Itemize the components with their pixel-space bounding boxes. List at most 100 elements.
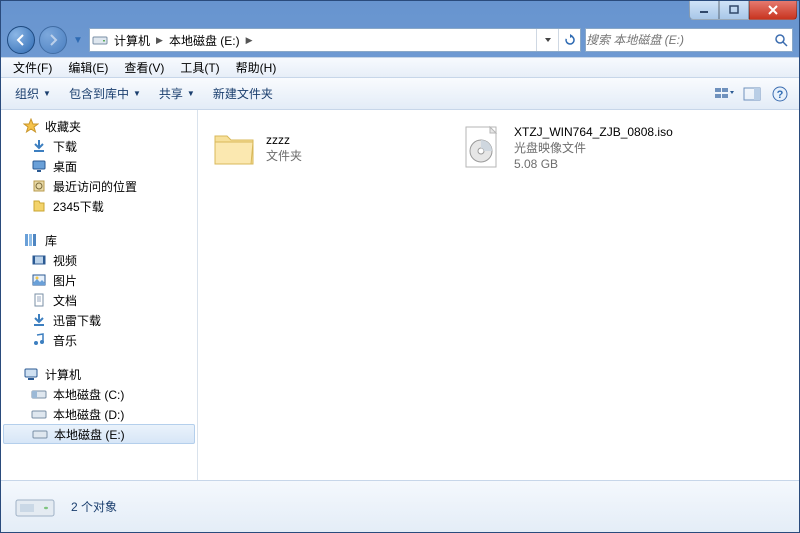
video-icon [31,252,47,268]
download-icon [31,312,47,328]
back-button[interactable] [7,26,35,54]
doc-icon [31,292,47,308]
desktop-icon [31,158,47,174]
library-icon [23,232,39,248]
sidebar-item-label: 本地磁盘 (E:) [54,426,125,443]
sidebar-label: 收藏夹 [45,118,81,135]
breadcrumb-drive-e[interactable]: 本地磁盘 (E:) [165,32,244,49]
nav-history-dropdown[interactable]: ▼ [71,29,85,51]
search-icon[interactable] [770,33,792,47]
search-input[interactable] [586,33,770,47]
sidebar-label: 计算机 [45,366,81,383]
sidebar-item-videos[interactable]: 视频 [1,250,197,270]
details-pane: 2 个对象 [1,480,799,532]
sidebar-item-label: 音乐 [53,332,77,349]
refresh-button[interactable] [558,29,580,51]
search-bar[interactable] [585,28,793,52]
chevron-down-icon: ▼ [133,89,141,98]
sidebar-item-label: 文档 [53,292,77,309]
toolbar: 组织▼ 包含到库中▼ 共享▼ 新建文件夹 ? [1,78,799,110]
folder-icon [210,124,258,172]
sidebar-label: 库 [45,232,57,249]
menu-file[interactable]: 文件(F) [5,57,60,78]
menubar: 文件(F) 编辑(E) 查看(V) 工具(T) 帮助(H) [1,57,799,78]
disc-image-icon [458,124,506,172]
sidebar-item-drive-e[interactable]: 本地磁盘 (E:) [3,424,195,444]
sidebar-item-label: 视频 [53,252,77,269]
list-item[interactable]: zzzz 文件夹 [206,120,454,176]
computer-icon [23,366,39,382]
star-icon [23,118,39,134]
item-type: 光盘映像文件 [514,140,673,156]
sidebar-item-pictures[interactable]: 图片 [1,270,197,290]
menu-tools[interactable]: 工具(T) [172,57,227,78]
close-button[interactable] [749,1,797,20]
include-in-library-button[interactable]: 包含到库中▼ [61,81,149,106]
sidebar-head-libraries[interactable]: 库 [1,230,197,250]
file-list[interactable]: zzzz 文件夹 XTZJ_WIN764_ZJB_0808.iso [198,110,799,480]
preview-pane-button[interactable] [739,82,765,106]
help-button[interactable]: ? [767,82,793,106]
music-icon [31,332,47,348]
list-item[interactable]: XTZJ_WIN764_ZJB_0808.iso 光盘映像文件 5.08 GB [454,120,702,177]
sidebar-item-recent[interactable]: 最近访问的位置 [1,176,197,196]
picture-icon [31,272,47,288]
sidebar-item-music[interactable]: 音乐 [1,330,197,350]
item-name: zzzz [266,132,302,148]
svg-text:?: ? [777,89,784,101]
drive-icon [13,487,57,527]
drive-icon [31,406,47,422]
sidebar-head-favorites[interactable]: 收藏夹 [1,116,197,136]
organize-button[interactable]: 组织▼ [7,81,59,106]
drive-icon [31,386,47,402]
sidebar-item-drive-c[interactable]: 本地磁盘 (C:) [1,384,197,404]
view-options-button[interactable] [711,82,737,106]
address-dropdown[interactable] [536,29,558,51]
new-folder-button[interactable]: 新建文件夹 [205,81,281,106]
menu-edit[interactable]: 编辑(E) [60,57,116,78]
nav-pane[interactable]: 收藏夹 下载 桌面 最近访问的位置 2345下载 [1,110,198,480]
chevron-down-icon: ▼ [187,89,195,98]
sidebar-item-downloads[interactable]: 下载 [1,136,197,156]
sidebar-group-computer: 计算机 本地磁盘 (C:) 本地磁盘 (D:) 本地磁盘 (E:) [1,364,197,444]
details-text: 2 个对象 [71,498,117,515]
sidebar-item-label: 本地磁盘 (D:) [53,406,124,423]
sidebar-item-label: 迅雷下载 [53,312,101,329]
maximize-button[interactable] [719,1,749,20]
forward-button[interactable] [39,26,67,54]
item-type: 文件夹 [266,148,302,164]
explorer-window: ▼ 计算机 ▶ 本地磁盘 (E:) ▶ 文件(F) 编辑(E) 查看(V) 工具… [0,0,800,533]
sidebar-group-libraries: 库 视频 图片 文档 迅雷下载 [1,230,197,350]
sidebar-item-label: 最近访问的位置 [53,178,137,195]
chevron-right-icon[interactable]: ▶ [244,35,255,46]
sidebar-item-label: 本地磁盘 (C:) [53,386,124,403]
sidebar-item-label: 2345下载 [53,198,104,215]
sidebar-item-documents[interactable]: 文档 [1,290,197,310]
breadcrumb-computer[interactable]: 计算机 [110,32,154,49]
window-controls [689,1,797,20]
sidebar-item-label: 桌面 [53,158,77,175]
body: 收藏夹 下载 桌面 最近访问的位置 2345下载 [1,110,799,480]
sidebar-head-computer[interactable]: 计算机 [1,364,197,384]
sidebar-item-desktop[interactable]: 桌面 [1,156,197,176]
sidebar-item-label: 图片 [53,272,77,289]
minimize-button[interactable] [689,1,719,20]
download-icon [31,138,47,154]
sidebar-group-favorites: 收藏夹 下载 桌面 最近访问的位置 2345下载 [1,116,197,216]
share-button[interactable]: 共享▼ [151,81,203,106]
menu-help[interactable]: 帮助(H) [228,57,285,78]
item-name: XTZJ_WIN764_ZJB_0808.iso [514,124,673,140]
address-bar[interactable]: 计算机 ▶ 本地磁盘 (E:) ▶ [89,28,581,52]
chevron-right-icon[interactable]: ▶ [154,35,165,46]
sidebar-item-label: 下载 [53,138,77,155]
download-icon [31,198,47,214]
item-size: 5.08 GB [514,156,673,172]
sidebar-item-drive-d[interactable]: 本地磁盘 (D:) [1,404,197,424]
sidebar-item-thunder[interactable]: 迅雷下载 [1,310,197,330]
nav-row: ▼ 计算机 ▶ 本地磁盘 (E:) ▶ [1,23,799,57]
drive-icon [90,34,110,46]
menu-view[interactable]: 查看(V) [116,57,172,78]
sidebar-item-2345[interactable]: 2345下载 [1,196,197,216]
recent-icon [31,178,47,194]
titlebar [1,1,799,23]
